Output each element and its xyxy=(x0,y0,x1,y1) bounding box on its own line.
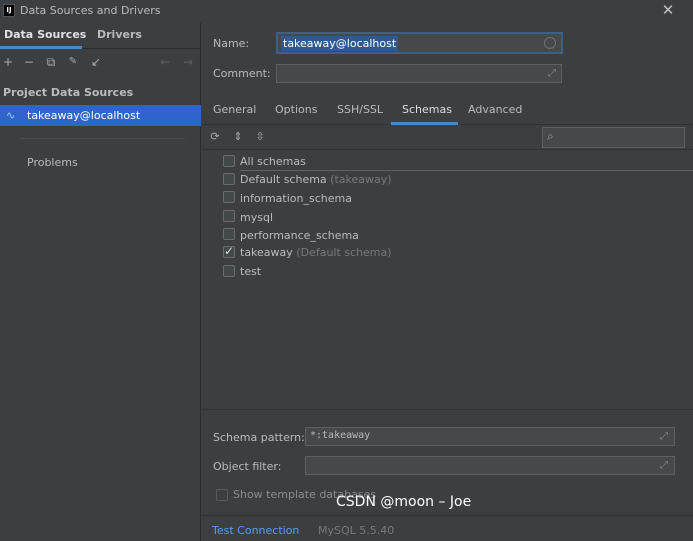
color-circle-icon[interactable] xyxy=(544,37,556,49)
tab-schemas[interactable]: Schemas xyxy=(402,103,452,116)
search-icon: ⌕ xyxy=(547,129,554,143)
comment-label: Comment: xyxy=(213,67,271,80)
schema-pattern-field[interactable]: *:takeaway ⤢ xyxy=(305,427,675,446)
schema-name: test xyxy=(240,264,262,278)
schema-toolbar: ⟳ ⇕ ⇳ ⌕ xyxy=(202,126,693,150)
checkbox[interactable] xyxy=(223,173,235,185)
tab-options[interactable]: Options xyxy=(275,103,317,116)
divider xyxy=(20,138,185,139)
project-data-sources-heading: Project Data Sources xyxy=(3,86,134,99)
expand-all-icon[interactable]: ⇕ xyxy=(231,130,245,144)
name-label: Name: xyxy=(213,37,250,50)
expand-icon[interactable]: ⤢ xyxy=(546,68,558,80)
tab-active-indicator xyxy=(391,122,458,125)
schema-name: information_schema xyxy=(240,192,352,206)
watermark: CSDN @moon – Joe xyxy=(336,494,472,510)
collapse-all-icon[interactable]: ⇳ xyxy=(253,130,267,144)
schema-search-input[interactable]: ⌕ xyxy=(542,127,685,148)
object-filter-label: Object filter: xyxy=(213,460,282,473)
schema-row[interactable]: ✓ takeaway (Default schema) xyxy=(223,244,683,262)
tab-drivers[interactable]: Drivers xyxy=(97,28,142,41)
schema-row[interactable]: Default schema (takeaway) xyxy=(223,171,683,189)
tab-ssh-ssl[interactable]: SSH/SSL xyxy=(337,103,383,116)
show-template-databases-checkbox[interactable] xyxy=(216,489,228,501)
schema-pattern-value: *:takeaway xyxy=(310,430,371,441)
refresh-icon[interactable]: ⟳ xyxy=(208,130,222,144)
duplicate-icon[interactable]: ⧉ xyxy=(43,53,59,71)
schema-row[interactable]: mysql xyxy=(223,208,683,226)
sidebar-toolbar: + − ⧉ ✎ ↙ ← → xyxy=(0,53,201,75)
schema-name: Default schema (takeaway) xyxy=(240,173,392,186)
schema-list: All schemas Default schema (takeaway) inf… xyxy=(202,152,693,407)
checkbox[interactable] xyxy=(223,191,235,204)
tab-active-indicator xyxy=(0,46,82,49)
divider xyxy=(202,515,693,516)
schema-pattern-label: Schema pattern: xyxy=(213,431,305,444)
data-source-label: takeaway@localhost xyxy=(27,109,141,122)
driver-version: MySQL 5.5.40 xyxy=(318,524,395,537)
name-field[interactable]: takeaway@localhost xyxy=(276,32,563,54)
expand-icon[interactable]: ⤢ xyxy=(658,460,670,472)
mysql-dolphin-icon: ∿ xyxy=(6,109,16,122)
all-schemas-label: All schemas xyxy=(240,155,306,168)
tab-advanced[interactable]: Advanced xyxy=(468,103,522,116)
data-source-item[interactable]: ∿ takeaway@localhost xyxy=(0,105,201,126)
tab-data-sources[interactable]: Data Sources xyxy=(4,28,86,41)
schema-hint: (Default schema) xyxy=(296,246,392,260)
sidebar: Data Sources Drivers + − ⧉ ✎ ↙ ← → Proje… xyxy=(0,23,201,541)
wrench-icon[interactable]: ✎ xyxy=(65,53,81,71)
comment-field[interactable]: ⤢ xyxy=(276,64,562,83)
import-icon[interactable]: ↙ xyxy=(88,53,104,71)
back-arrow-icon[interactable]: ← xyxy=(157,53,173,71)
checkbox[interactable] xyxy=(223,209,235,222)
close-icon[interactable]: ✕ xyxy=(659,1,677,19)
name-value: takeaway@localhost xyxy=(281,36,399,51)
object-filter-field[interactable]: ⤢ xyxy=(305,456,675,475)
schema-row[interactable]: performance_schema xyxy=(223,226,683,244)
window-title: Data Sources and Drivers xyxy=(20,4,161,17)
title-bar: IJ Data Sources and Drivers ✕ xyxy=(0,0,693,23)
forward-arrow-icon[interactable]: → xyxy=(180,53,196,71)
remove-icon[interactable]: − xyxy=(21,53,37,71)
main-panel: Name: takeaway@localhost Comment: ⤢ Gene… xyxy=(202,23,693,541)
settings-tabs: General Options SSH/SSL Schemas Advanced xyxy=(202,99,693,125)
schema-row[interactable]: test xyxy=(223,263,683,281)
checkbox[interactable] xyxy=(223,264,235,277)
schema-name: mysql xyxy=(240,210,273,224)
test-connection-link[interactable]: Test Connection xyxy=(212,524,299,537)
checkbox[interactable] xyxy=(223,155,235,167)
checkmark-icon: ✓ xyxy=(224,244,235,259)
sidebar-tabs: Data Sources Drivers xyxy=(0,23,201,49)
divider xyxy=(202,409,693,410)
expand-icon[interactable]: ⤢ xyxy=(658,431,670,443)
schema-name: takeaway (Default schema) xyxy=(240,246,392,260)
schema-name: performance_schema xyxy=(240,228,359,242)
schema-hint: (takeaway) xyxy=(330,173,392,186)
checkbox[interactable] xyxy=(223,227,235,240)
add-icon[interactable]: + xyxy=(0,53,16,71)
checkbox[interactable]: ✓ xyxy=(223,244,235,259)
schema-row[interactable]: information_schema xyxy=(223,189,683,207)
problems-item[interactable]: Problems xyxy=(27,156,78,169)
all-schemas-row[interactable]: All schemas xyxy=(223,153,693,171)
intellij-logo-icon: IJ xyxy=(3,4,15,17)
tab-general[interactable]: General xyxy=(213,103,256,116)
